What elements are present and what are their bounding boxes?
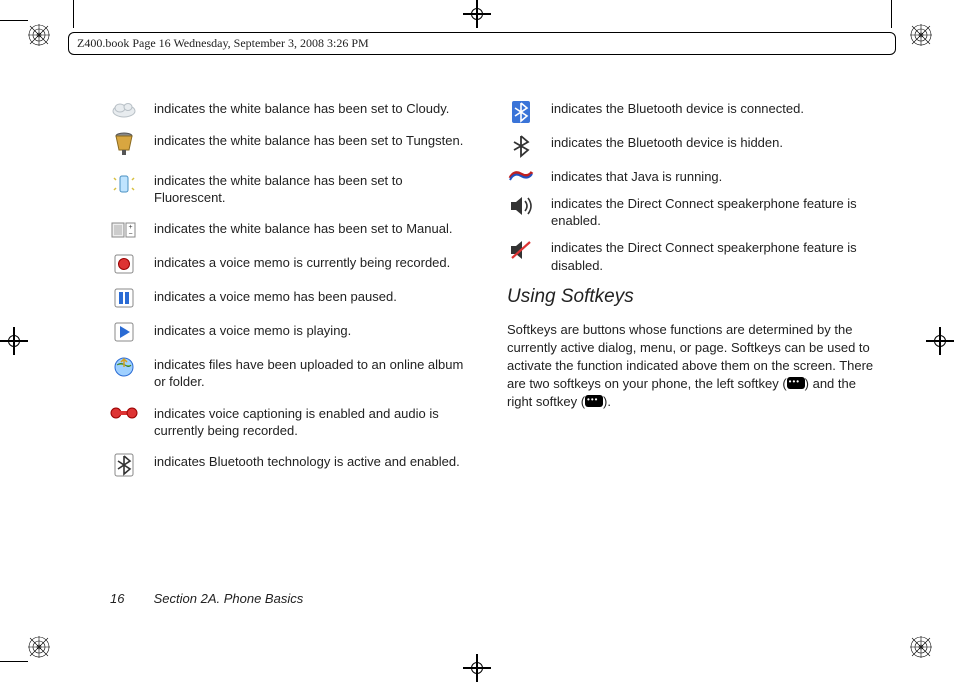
right-softkey-icon [585, 395, 603, 407]
manual-wb-icon: +− [110, 220, 138, 240]
icon-desc: indicates a voice memo is playing. [154, 322, 477, 339]
page-number: 16 [110, 591, 150, 606]
icon-desc: indicates the Direct Connect speakerphon… [551, 195, 874, 229]
bluetooth-connected-icon [507, 100, 535, 124]
right-column: indicates the Bluetooth device is connec… [507, 100, 874, 602]
left-column: indicates the white balance has been set… [110, 100, 477, 602]
speakerphone-on-icon [507, 195, 535, 217]
icon-desc: indicates the white balance has been set… [154, 132, 477, 149]
icon-desc: indicates the Direct Connect speakerphon… [551, 239, 874, 273]
bluetooth-icon [110, 453, 138, 477]
icon-desc: indicates files have been uploaded to an… [154, 356, 477, 390]
build-stamp-text: Z400.book Page 16 Wednesday, September 3… [77, 36, 369, 50]
icon-desc: indicates the Bluetooth device is hidden… [551, 134, 874, 151]
icon-desc: indicates the white balance has been set… [154, 100, 477, 117]
globe-upload-icon [110, 356, 138, 378]
section-heading: Using Softkeys [507, 286, 874, 308]
icon-desc: indicates voice captioning is enabled an… [154, 405, 477, 439]
java-icon [507, 168, 535, 182]
registration-mark-icon [28, 24, 50, 46]
softkeys-paragraph: Softkeys are buttons whose functions are… [507, 321, 874, 411]
page-footer: 16 Section 2A. Phone Basics [110, 591, 303, 606]
icon-desc: indicates a voice memo is currently bein… [154, 254, 477, 271]
record-icon [110, 254, 138, 274]
build-stamp: Z400.book Page 16 Wednesday, September 3… [68, 32, 896, 55]
icon-desc: indicates Bluetooth technology is active… [154, 453, 477, 470]
softkeys-text-post: ). [603, 394, 611, 409]
cloud-icon [110, 100, 138, 118]
icon-desc: indicates that Java is running. [551, 168, 874, 185]
left-softkey-icon [787, 377, 805, 389]
fluorescent-icon [110, 172, 138, 196]
registration-mark-icon [910, 636, 932, 658]
registration-mark-icon [910, 24, 932, 46]
icon-desc: indicates a voice memo has been paused. [154, 288, 477, 305]
icon-desc: indicates the white balance has been set… [154, 172, 477, 206]
registration-mark-icon [28, 636, 50, 658]
section-label: Section 2A. Phone Basics [154, 591, 304, 606]
play-icon [110, 322, 138, 342]
voice-caption-icon [110, 405, 138, 421]
svg-text:−: − [128, 231, 132, 238]
icon-desc: indicates the Bluetooth device is connec… [551, 100, 874, 117]
tungsten-icon [110, 132, 138, 158]
icon-desc: indicates the white balance has been set… [154, 220, 477, 237]
pause-icon [110, 288, 138, 308]
speakerphone-off-icon [507, 239, 535, 261]
bluetooth-hidden-icon [507, 134, 535, 158]
svg-text:+: + [128, 224, 132, 231]
